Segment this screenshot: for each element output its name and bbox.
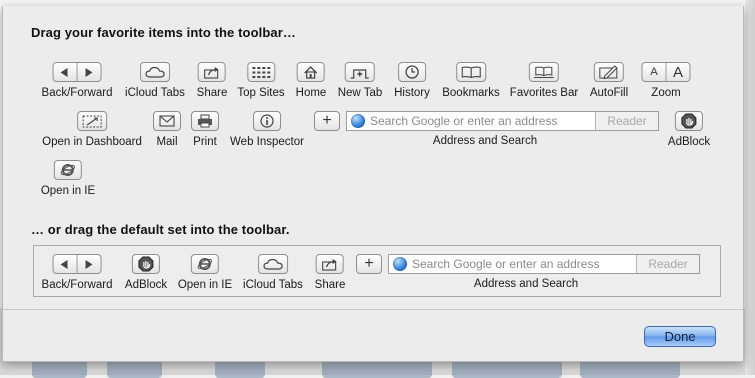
toolbar-item-label: Zoom: [651, 87, 681, 99]
address-and-search-label: Address and Search: [432, 135, 538, 147]
reader-button: Reader: [636, 255, 699, 273]
toolbar-item-web-inspector[interactable]: Web Inspector: [230, 111, 304, 148]
address-and-search-label: Address and Search: [473, 278, 579, 290]
address-placeholder: Search Google or enter an address: [370, 114, 558, 128]
globe-icon: [351, 114, 365, 128]
toolbar-item-open-in-ie[interactable]: Open in IE: [41, 160, 95, 197]
share-icon: [316, 254, 344, 274]
toolbar-item-label: Back/Forward: [41, 87, 113, 99]
default-item-open-in-ie: Open in IE: [178, 254, 232, 291]
default-address-and-search-item: + Search Google or enter an address Read…: [356, 254, 700, 274]
background-window-edge: [745, 0, 755, 375]
default-set-heading: … or drag the default set into the toolb…: [31, 222, 290, 237]
add-bookmark-button: +: [356, 254, 382, 274]
toolbar-item-mail[interactable]: Mail: [153, 111, 181, 148]
mail-icon: [153, 111, 181, 131]
reader-button[interactable]: Reader: [595, 112, 658, 130]
info-icon: [253, 111, 281, 131]
pencil-icon: [593, 62, 624, 82]
clock-icon: [398, 62, 426, 82]
toolbar-item-zoom[interactable]: A A Zoom: [641, 62, 691, 99]
address-search-field: Search Google or enter an address Reader: [388, 254, 700, 274]
toolbar-item-label: History: [394, 87, 430, 99]
toolbar-item-share[interactable]: Share: [196, 62, 228, 99]
toolbar-item-open-in-dashboard[interactable]: Open in Dashboard: [42, 111, 142, 148]
toolbar-item-label: Favorites Bar: [509, 87, 579, 99]
toolbar-item-autofill[interactable]: AutoFill: [590, 62, 628, 99]
address-search-field[interactable]: Search Google or enter an address Reader: [346, 111, 659, 131]
cloud-icon: [257, 254, 288, 274]
toolbar-item-label: Open in Dashboard: [42, 136, 142, 148]
new-tab-icon: [344, 62, 375, 82]
back-forward-icon: [52, 254, 102, 274]
toolbar-item-label: Share: [196, 87, 228, 99]
default-item-label: Back/Forward: [41, 279, 113, 291]
back-forward-icon: [52, 62, 102, 82]
default-item-icloud-tabs: iCloud Tabs: [243, 254, 303, 291]
toolbar-item-home[interactable]: Home: [295, 62, 327, 99]
customize-toolbar-sheet: Drag your favorite items into the toolba…: [2, 6, 744, 362]
book-icon: [456, 62, 486, 82]
favorites-heading: Drag your favorite items into the toolba…: [31, 25, 296, 40]
ie-icon: [54, 160, 82, 180]
adblock-hand-icon: [132, 254, 160, 274]
default-item-label: AdBlock: [124, 279, 168, 291]
dashboard-icon: [76, 111, 107, 131]
toolbar-item-top-sites[interactable]: Top Sites: [237, 62, 285, 99]
toolbar-item-adblock[interactable]: AdBlock: [668, 111, 710, 148]
toolbar-item-label: Print: [193, 136, 217, 148]
address-and-search-item[interactable]: + Search Google or enter an address Read…: [314, 111, 659, 131]
toolbar-item-label: Open in IE: [40, 185, 96, 197]
share-icon: [198, 62, 226, 82]
default-item-label: Open in IE: [177, 279, 233, 291]
toolbar-item-label: New Tab: [337, 87, 383, 99]
toolbar-item-back-forward[interactable]: Back/Forward: [41, 62, 113, 99]
print-icon: [191, 111, 219, 131]
home-icon: [297, 62, 325, 82]
toolbar-item-label: Mail: [156, 136, 178, 148]
default-item-back-forward: Back/Forward: [41, 254, 113, 291]
default-item-adblock: AdBlock: [125, 254, 167, 291]
toolbar-item-history[interactable]: History: [394, 62, 430, 99]
add-bookmark-button[interactable]: +: [314, 111, 340, 131]
globe-icon: [393, 257, 407, 271]
ie-icon: [191, 254, 219, 274]
toolbar-item-label: AutoFill: [589, 87, 629, 99]
sheet-divider: [3, 309, 743, 310]
toolbar-item-favorites-bar[interactable]: Favorites Bar: [510, 62, 578, 99]
toolbar-item-bookmarks[interactable]: Bookmarks: [442, 62, 500, 99]
favorites-bar-icon: [528, 62, 559, 82]
toolbar-item-label: Web Inspector: [230, 136, 304, 148]
toolbar-item-print[interactable]: Print: [191, 111, 219, 148]
cloud-icon: [139, 62, 170, 82]
adblock-hand-icon: [675, 111, 703, 131]
toolbar-item-label: Bookmarks: [442, 87, 500, 99]
done-button[interactable]: Done: [644, 326, 716, 347]
toolbar-item-label: Top Sites: [237, 87, 285, 99]
default-item-share: Share: [314, 254, 346, 291]
grid-icon: [247, 62, 275, 82]
toolbar-item-icloud-tabs[interactable]: iCloud Tabs: [125, 62, 185, 99]
default-item-label: iCloud Tabs: [243, 279, 303, 291]
zoom-icon: A A: [641, 62, 691, 82]
address-placeholder: Search Google or enter an address: [412, 257, 600, 271]
toolbar-item-label: AdBlock: [667, 136, 711, 148]
toolbar-item-new-tab[interactable]: New Tab: [337, 62, 383, 99]
default-item-label: Share: [314, 279, 346, 291]
toolbar-item-label: iCloud Tabs: [125, 87, 185, 99]
toolbar-item-label: Home: [295, 87, 327, 99]
